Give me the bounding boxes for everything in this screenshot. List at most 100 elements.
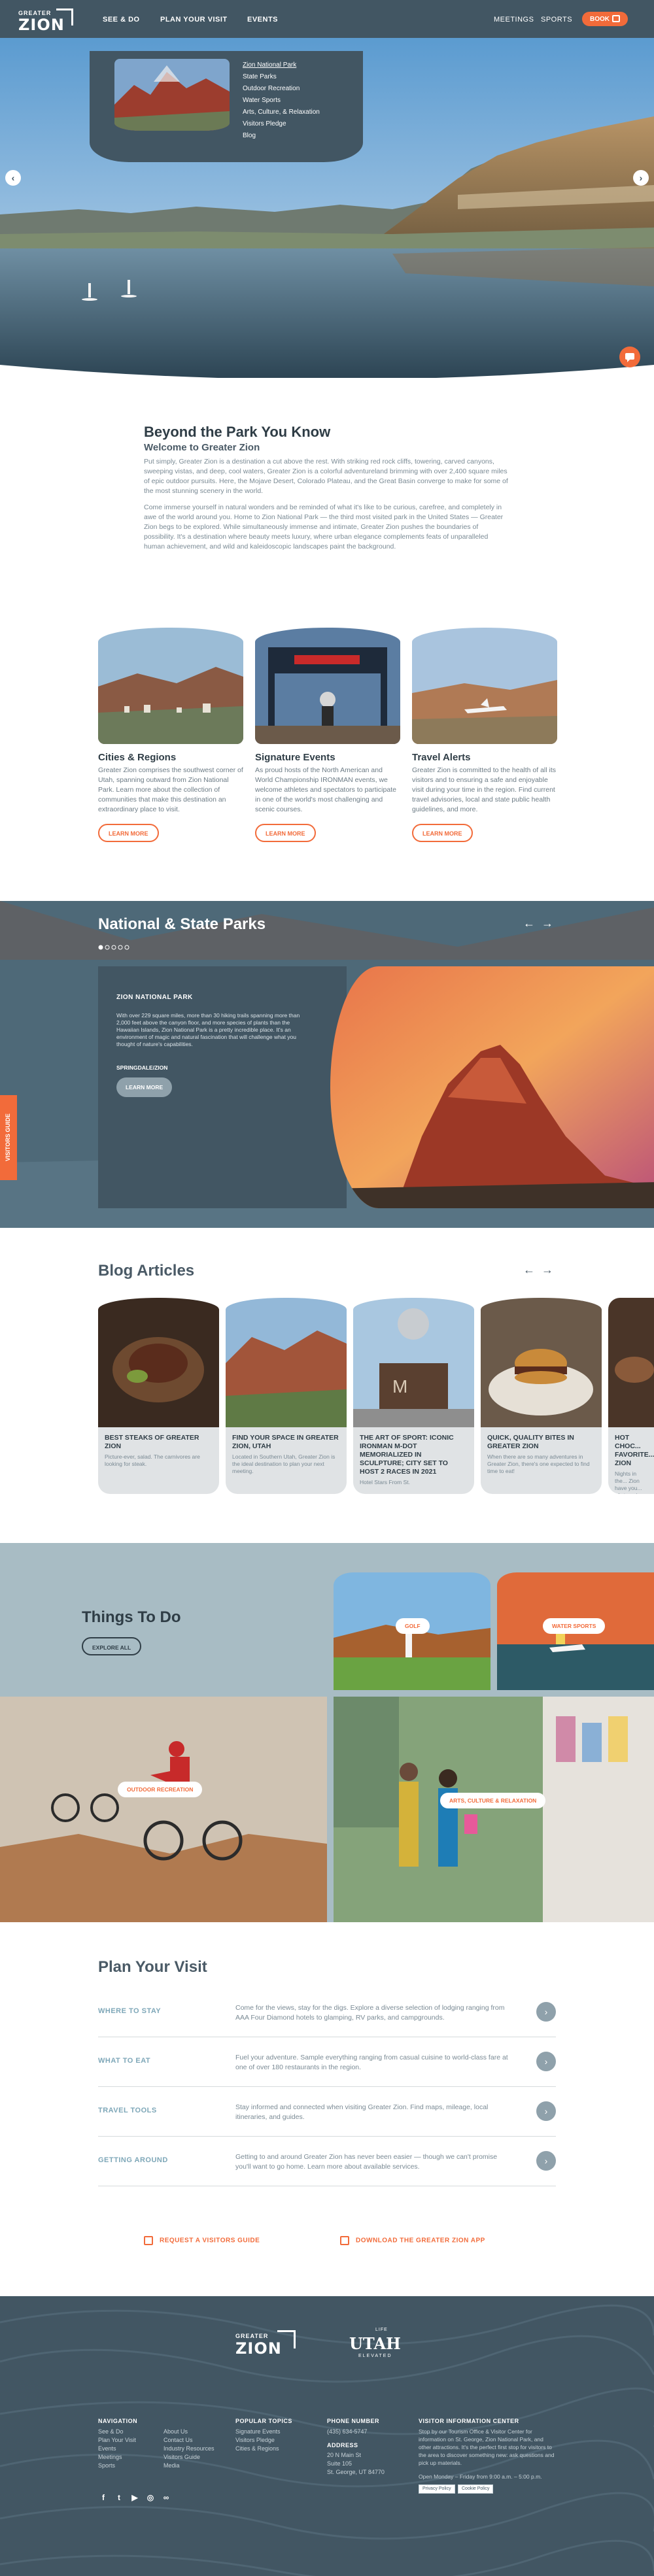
chevron-right-icon[interactable]: › [536,2151,556,2171]
parks-pagination-dots[interactable] [98,941,131,953]
request-visitors-guide-link[interactable]: REQUEST A VISITORS GUIDE [144,2236,260,2245]
intro-paragraph-1: Put simply, Greater Zion is a destinatio… [144,458,508,495]
footer-link[interactable]: Contact Us [164,2436,193,2445]
cookie-policy-button[interactable]: Cookie Policy [458,2484,494,2494]
footer-nav-heading: NAVIGATION [98,2418,138,2424]
nav-see-do[interactable]: SEE & DO [103,16,140,24]
nav-events[interactable]: EVENTS [247,16,278,24]
park-photo [330,966,654,1208]
learn-more-button[interactable]: LEARN MORE [255,824,316,842]
learn-more-button[interactable]: LEARN MORE [98,824,159,842]
water-sports-tag[interactable]: WATER SPORTS [543,1618,606,1634]
dropdown-blog[interactable]: Blog [243,132,256,139]
nav-sports[interactable]: SPORTS [541,16,572,24]
parks-prev-arrow[interactable]: ← [523,917,535,930]
tripadvisor-icon[interactable]: ∞ [161,2492,171,2503]
golf-tag[interactable]: GOLF [396,1618,430,1634]
parks-next-arrow[interactable]: → [542,917,553,930]
footer-link[interactable]: Visitors Guide [164,2453,200,2462]
chat-button[interactable] [619,347,640,367]
footer-link[interactable]: Industry Resources [164,2445,215,2453]
chevron-right-icon[interactable]: › [536,2101,556,2121]
dropdown-visitors-pledge[interactable]: Visitors Pledge [243,120,286,127]
instagram-icon[interactable]: ◎ [145,2492,156,2503]
greater-zion-logo[interactable]: GREATER ZION [17,6,77,34]
outdoor-recreation-tag[interactable]: OUTDOOR RECREATION [118,1782,203,1797]
dropdown-state-parks[interactable]: State Parks [243,73,277,80]
visitors-guide-side-tab[interactable]: VISITORS GUIDE [0,1095,17,1180]
nav-plan-your-visit[interactable]: PLAN YOUR VISIT [160,16,228,24]
dropdown-outdoor-recreation[interactable]: Outdoor Recreation [243,85,300,92]
footer-link[interactable]: Plan Your Visit [98,2436,136,2445]
card-image-alerts [412,628,557,744]
card-cities-regions: Cities & Regions Greater Zion comprises … [98,628,243,842]
park-location: SPRINGDALE/ZION [116,1064,168,1071]
footer-topics-heading: POPULAR TOPICS [235,2418,292,2424]
plan-row-where-to-stay[interactable]: WHERE TO STAY Come for the views, stay f… [98,1988,556,2037]
blog-card[interactable]: HOT CHOC... FAVORITE... ZION Nights in t… [608,1298,654,1494]
top-nav: GREATER ZION SEE & DO PLAN YOUR VISIT EV… [0,0,654,38]
footer-link[interactable]: Meetings [98,2453,122,2462]
blog-card[interactable]: BEST STEAKS OF GREATER ZION Picture-ever… [98,1298,219,1494]
footer-link[interactable]: Cities & Regions [235,2445,279,2453]
footer-greater-zion-logo[interactable]: GREATER ZION [235,2329,307,2362]
blog-card[interactable]: M THE ART OF SPORT: ICONIC IRONMAN M-DOT… [353,1298,474,1494]
dropdown-zion-national-park[interactable]: Zion National Park [243,61,296,69]
youtube-icon[interactable]: ▶ [129,2492,140,2503]
intro-subtitle: Welcome to Greater Zion [144,442,260,453]
footer-link[interactable]: Signature Events [235,2428,281,2436]
footer-link[interactable]: Media [164,2462,180,2470]
plan-row-getting-around[interactable]: GETTING AROUND Getting to and around Gre… [98,2137,556,2186]
footer-link[interactable]: About Us [164,2428,188,2436]
facebook-icon[interactable]: f [98,2492,109,2503]
footer-center-heading: VISITOR INFORMATION CENTER [419,2418,519,2424]
plan-row-what-to-eat[interactable]: WHAT TO EAT Fuel your adventure. Sample … [98,2037,556,2087]
blog-next-arrow[interactable]: → [542,1263,553,1277]
life-elevated-utah-logo[interactable]: LIFE UTAH ELEVATED [347,2328,419,2360]
dropdown-thumbnail [114,59,230,131]
card-image-cities [98,628,243,744]
footer-phone[interactable]: (435) 634-5747 [327,2428,368,2436]
blog-card[interactable]: QUICK, QUALITY BITES IN GREATER ZION Whe… [481,1298,602,1494]
footer-address-line: Suite 105 [327,2460,353,2467]
dropdown-arts-culture[interactable]: Arts, Culture, & Relaxation [243,109,320,116]
book-button[interactable]: BOOK [582,12,628,26]
card-text: Greater Zion is committed to the health … [412,766,557,813]
outdoor-recreation-image[interactable] [0,1697,327,1922]
footer-link[interactable]: Events [98,2445,116,2453]
blog-image-sculpture: M [353,1298,474,1427]
footer-link[interactable]: Visitors Pledge [235,2436,275,2445]
chevron-right-icon[interactable]: › [536,2052,556,2071]
app-icon [340,2236,349,2245]
hero-next-button[interactable]: › [633,170,649,186]
twitter-icon[interactable]: t [114,2492,124,2503]
learn-more-button[interactable]: LEARN MORE [412,824,473,842]
card-travel-alerts: Travel Alerts Greater Zion is committed … [412,628,557,842]
hero-prev-button[interactable]: ‹ [5,170,21,186]
footer-link[interactable]: See & Do [98,2428,124,2436]
nav-meetings[interactable]: MEETINGS [494,16,534,24]
blog-card[interactable]: FIND YOUR SPACE IN GREATER ZION, UTAH Lo… [226,1298,347,1494]
dropdown-water-sports[interactable]: Water Sports [243,97,281,104]
card-text: Greater Zion comprises the southwest cor… [98,766,243,813]
arts-culture-image[interactable] [334,1697,654,1922]
footer-hours: Open Monday – Friday from 9:00 a.m. – 5:… [419,2473,542,2480]
chevron-right-icon[interactable]: › [536,2002,556,2022]
card-title: Signature Events [255,752,336,763]
arts-culture-tag[interactable]: ARTS, CULTURE & RELAXATION [440,1793,546,1808]
plan-row-travel-tools[interactable]: TRAVEL TOOLS Stay informed and connected… [98,2087,556,2137]
download-app-link[interactable]: DOWNLOAD THE GREATER ZION APP [340,2236,485,2245]
intro-section: Beyond the Park You Know Welcome to Grea… [144,424,510,552]
privacy-policy-button[interactable]: Privacy Policy [419,2484,455,2494]
blog-image-burger [481,1298,602,1427]
explore-all-button[interactable]: EXPLORE ALL [82,1637,142,1655]
intro-title: Beyond the Park You Know [144,424,331,440]
chat-icon [625,353,634,362]
park-learn-more-button[interactable]: LEARN MORE [116,1077,173,1097]
card-signature-events: Signature Events As proud hosts of the N… [255,628,400,842]
blog-prev-arrow[interactable]: ← [523,1263,535,1277]
footer: GREATER ZION LIFE UTAH ELEVATED NAVIGATI… [0,2296,654,2576]
footer-address-line: St. George, UT 84770 [327,2469,385,2475]
card-image-events [255,628,400,744]
footer-link[interactable]: Sports [98,2462,115,2470]
